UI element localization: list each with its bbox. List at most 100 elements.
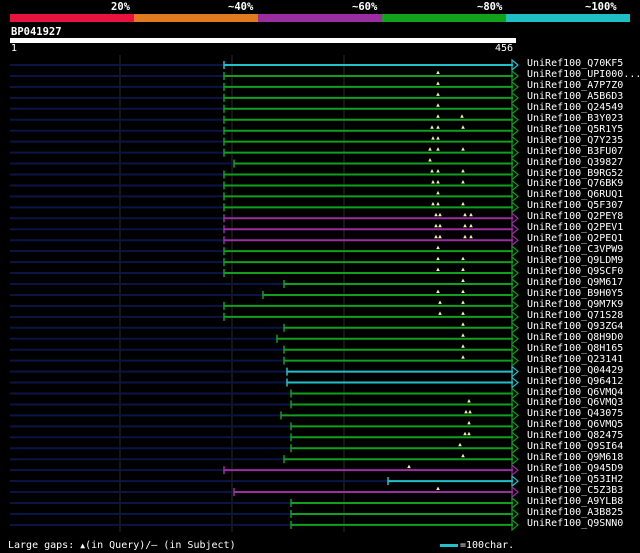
gap-marker-icon: [431, 136, 435, 140]
gap-marker-icon: [461, 125, 465, 129]
hit-label[interactable]: UniRef100_Q5F307: [527, 201, 623, 211]
hit-label[interactable]: UniRef100_Q6VMQ5: [527, 420, 623, 430]
gaps-text: (in Query)/– (in Subject): [85, 540, 236, 551]
hit-label[interactable]: UniRef100_Q8H9D0: [527, 332, 623, 343]
hit-label[interactable]: UniRef100_Q76BK9: [527, 179, 623, 189]
gap-marker-icon: [461, 333, 465, 337]
hit-label[interactable]: UniRef100_Q93ZG4: [527, 321, 623, 332]
scale-text: =100char.: [460, 540, 515, 551]
gap-marker-icon: [463, 431, 467, 436]
gap-marker-icon: [436, 70, 440, 74]
hit-label[interactable]: UniRef100_B9RG52: [527, 168, 623, 179]
hit-label[interactable]: UniRef100_Q9M7K9: [527, 299, 623, 310]
hit-label[interactable]: UniRef100_Q23141: [527, 354, 623, 365]
hit-label[interactable]: UniRef100_Q6VMQ3: [527, 398, 623, 408]
hit-label[interactable]: UniRef100_Q9LDM9: [527, 256, 623, 266]
gap-marker-icon: [436, 486, 440, 491]
gap-marker-icon: [467, 420, 471, 425]
gap-marker-icon: [436, 201, 440, 206]
hit-label[interactable]: UniRef100_Q39827: [527, 157, 623, 168]
gap-marker-icon: [436, 190, 440, 195]
gap-marker-icon: [461, 201, 465, 206]
gap-marker-icon: [463, 234, 467, 239]
hit-label[interactable]: UniRef100_Q9SI64: [527, 442, 623, 452]
hit-label[interactable]: UniRef100_Q9SCF0: [527, 267, 623, 277]
gap-marker-icon: [438, 311, 442, 315]
scale-bar: [440, 543, 458, 547]
hit-label[interactable]: UniRef100_Q53IH2: [527, 475, 623, 485]
hit-label[interactable]: UniRef100_Q9M618: [527, 453, 623, 463]
hit-label[interactable]: UniRef100_Q6RUQ1: [527, 190, 623, 200]
hit-label[interactable]: UniRef100_Q2PEQ1: [527, 234, 623, 244]
scale-legend: =100char.: [440, 540, 514, 551]
gap-marker-icon: [431, 179, 435, 184]
hit-label[interactable]: UniRef100_Q70KF5: [527, 59, 623, 69]
gap-marker-icon: [461, 289, 465, 293]
gap-marker-icon: [461, 322, 465, 326]
hit-label[interactable]: UniRef100_Q2PEY8: [527, 212, 623, 222]
gap-marker-icon: [436, 245, 440, 250]
gap-marker-icon: [467, 431, 471, 436]
gap-marker-icon: [431, 201, 435, 206]
gap-marker-icon: [436, 81, 440, 85]
hit-label[interactable]: UniRef100_Q9SNN0: [527, 518, 623, 529]
gap-marker-icon: [463, 223, 467, 228]
gap-marker-icon: [461, 453, 465, 458]
gap-marker-icon: [436, 114, 440, 118]
gap-marker-icon: [460, 114, 464, 118]
hit-label[interactable]: UniRef100_Q2PEV1: [527, 223, 623, 233]
hit-label[interactable]: UniRef100_B9H0Y5: [527, 288, 623, 299]
hit-label[interactable]: UniRef100_A5B6D3: [527, 91, 623, 102]
hit-label[interactable]: UniRef100_Q7Y235: [527, 135, 623, 146]
gap-marker-icon: [430, 169, 434, 173]
hit-label[interactable]: UniRef100_A3B825: [527, 507, 623, 518]
gap-marker-icon: [434, 223, 438, 228]
gap-marker-icon: [461, 278, 465, 282]
gap-marker-icon: [464, 409, 468, 414]
gap-marker-icon: [461, 344, 465, 348]
hit-label[interactable]: UniRef100_Q82475: [527, 431, 623, 441]
gap-marker-icon: [436, 125, 440, 129]
hit-label[interactable]: UniRef100_Q9M617: [527, 278, 623, 288]
hit-label[interactable]: UniRef100_C5Z3B3: [527, 486, 623, 496]
hit-label[interactable]: UniRef100_Q71S28: [527, 310, 623, 321]
hit-label[interactable]: UniRef100_Q6VMQ4: [527, 387, 623, 398]
gaps-legend: Large gaps: ▲(in Query)/– (in Subject): [8, 540, 236, 551]
hit-label[interactable]: UniRef100_A9YLB8: [527, 497, 623, 507]
gap-marker-icon: [407, 464, 411, 469]
hit-label[interactable]: UniRef100_Q04429: [527, 365, 623, 376]
hit-label[interactable]: UniRef100_C3VPW9: [527, 245, 623, 255]
gap-marker-icon: [461, 169, 465, 173]
gap-marker-icon: [463, 212, 467, 217]
gap-marker-icon: [428, 158, 432, 162]
gap-marker-icon: [434, 234, 438, 239]
gap-marker-icon: [461, 311, 465, 315]
gap-marker-icon: [436, 147, 440, 151]
hit-label[interactable]: UniRef100_B3Y023: [527, 113, 623, 124]
gap-marker-icon: [461, 300, 465, 304]
hit-label[interactable]: UniRef100_B3FU07: [527, 146, 623, 157]
gap-marker-icon: [436, 289, 440, 293]
gap-marker-icon: [461, 355, 465, 359]
hit-label[interactable]: UniRef100_Q945D9: [527, 464, 623, 474]
hit-label[interactable]: UniRef100_A7P7Z0: [527, 80, 623, 91]
gap-marker-icon: [436, 169, 440, 173]
gap-marker-icon: [436, 136, 440, 140]
hit-label[interactable]: UniRef100_UPI000...: [527, 69, 640, 80]
gap-marker-icon: [458, 442, 462, 447]
gap-marker-icon: [438, 300, 442, 304]
hit-label[interactable]: UniRef100_Q43075: [527, 409, 623, 419]
hit-label[interactable]: UniRef100_Q96412: [527, 376, 623, 387]
hit-label[interactable]: UniRef100_Q24549: [527, 102, 623, 113]
gaps-prefix: Large gaps:: [8, 540, 81, 551]
hit-label[interactable]: UniRef100_Q5R1Y5: [527, 124, 623, 135]
gap-marker-icon: [434, 212, 438, 217]
gap-marker-icon: [436, 267, 440, 272]
gap-marker-icon: [461, 179, 465, 184]
gap-marker-icon: [436, 256, 440, 261]
gap-marker-icon: [469, 234, 473, 239]
gap-marker-icon: [438, 223, 442, 228]
gap-marker-icon: [461, 256, 465, 261]
gap-marker-icon: [468, 409, 472, 414]
hit-label[interactable]: UniRef100_Q8H165: [527, 343, 623, 354]
